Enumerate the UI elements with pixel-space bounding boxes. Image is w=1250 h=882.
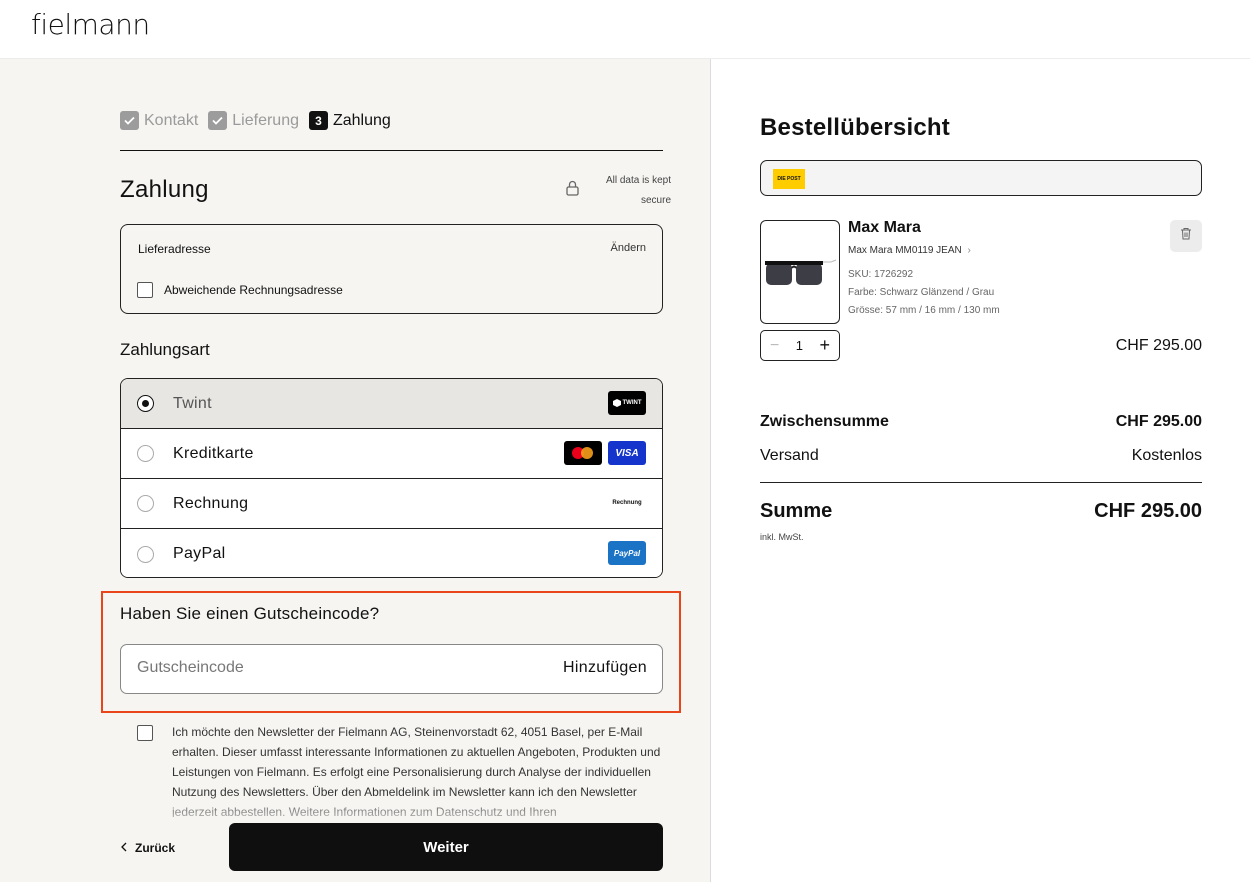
step-label: Lieferung xyxy=(232,111,299,129)
payment-option-label: Twint xyxy=(173,394,212,412)
delivery-address-label: Lieferadresse xyxy=(138,242,211,256)
vat-note: inkl. MwSt. xyxy=(760,532,804,542)
back-label: Zurück xyxy=(135,841,176,855)
steps-divider xyxy=(120,150,663,151)
visa-icon: VISA xyxy=(608,441,646,465)
increase-quantity-button[interactable]: + xyxy=(819,335,830,356)
payment-method-title: Zahlungsart xyxy=(120,340,210,359)
total-row: Summe CHF 295.00 xyxy=(760,500,1202,523)
payment-option-kreditkarte[interactable]: Kreditkarte VISA xyxy=(121,429,662,479)
shipping-carrier-bar: DIE POST xyxy=(760,160,1202,196)
post-logo: DIE POST xyxy=(773,169,805,189)
lock-icon xyxy=(566,180,579,201)
total-label: Summe xyxy=(760,500,833,522)
voucher-field: Hinzufügen xyxy=(120,644,663,694)
product-price: CHF 295.00 xyxy=(1115,337,1202,354)
step-label: Zahlung xyxy=(332,111,391,129)
chevron-right-icon: › xyxy=(967,245,971,256)
secure-notice: All data is kept secure xyxy=(566,171,671,211)
step-number: 3 xyxy=(308,111,328,130)
total-value: CHF 295.00 xyxy=(1094,500,1202,522)
add-voucher-button[interactable]: Hinzufügen xyxy=(563,659,647,677)
fielmann-logo[interactable]: fielmann xyxy=(31,8,150,41)
product-size: Grösse: 57 mm / 16 mm / 130 mm xyxy=(848,305,1000,316)
step-label: Kontakt xyxy=(144,111,199,129)
page-title: Zahlung xyxy=(120,176,209,203)
radio-button[interactable] xyxy=(137,545,154,563)
newsletter-checkbox[interactable] xyxy=(137,725,153,741)
checkout-panel: Kontakt Lieferung 3 Zahlung Zahlung All … xyxy=(0,59,711,882)
step-zahlung: 3 Zahlung xyxy=(308,111,391,130)
product-color: Farbe: Schwarz Glänzend / Grau xyxy=(848,287,995,298)
trash-icon xyxy=(1180,227,1192,245)
quantity-stepper: − 1 + xyxy=(760,330,840,361)
summary-divider xyxy=(760,482,1202,483)
billing-address-option[interactable]: Abweichende Rechnungsadresse xyxy=(137,282,343,298)
product-details: SKU: 1726292 Farbe: Schwarz Glänzend / G… xyxy=(848,266,1000,320)
subtotal-label: Zwischensumme xyxy=(760,413,889,430)
back-button[interactable]: Zurück xyxy=(121,841,175,855)
order-summary-panel: Bestellübersicht DIE POST Max Mara Max M… xyxy=(712,59,1250,882)
billing-address-checkbox[interactable] xyxy=(137,282,153,298)
twint-icon: TWINT xyxy=(608,391,646,415)
check-icon xyxy=(120,111,139,130)
product-brand: Max Mara xyxy=(848,219,921,236)
delivery-address-box: Lieferadresse Ändern Abweichende Rechnun… xyxy=(120,224,663,314)
checkout-steps: Kontakt Lieferung 3 Zahlung xyxy=(120,111,391,130)
order-summary-title: Bestellübersicht xyxy=(760,114,950,141)
check-icon xyxy=(208,111,228,130)
product-name-link[interactable]: Max Mara MM0119 JEAN › xyxy=(848,245,971,256)
quantity-value: 1 xyxy=(795,338,804,353)
product-sku: SKU: 1726292 xyxy=(848,269,914,280)
mastercard-icon xyxy=(564,441,602,465)
radio-button[interactable] xyxy=(137,495,154,512)
payment-option-paypal[interactable]: PayPal PayPal xyxy=(121,529,662,577)
secure-text-line1: All data is kept xyxy=(605,175,671,186)
payment-method-list: Twint TWINT Kreditkarte VISA Rechnung Re… xyxy=(120,378,663,578)
paypal-icon: PayPal xyxy=(608,541,646,565)
twint-badge-text: TWINT xyxy=(622,400,642,406)
payment-option-twint[interactable]: Twint TWINT xyxy=(121,379,662,429)
invoice-icon: Rechnung xyxy=(608,491,646,515)
product-image[interactable] xyxy=(760,220,840,324)
decrease-quantity-button[interactable]: − xyxy=(770,337,779,355)
radio-button[interactable] xyxy=(137,445,154,462)
change-address-link[interactable]: Ändern xyxy=(611,242,646,254)
voucher-code-input[interactable] xyxy=(137,659,517,677)
payment-option-label: Rechnung xyxy=(173,494,249,512)
subtotal-value: CHF 295.00 xyxy=(1115,413,1202,430)
shipping-label: Versand xyxy=(760,447,819,464)
shipping-value: Kostenlos xyxy=(1131,447,1202,464)
chevron-left-icon xyxy=(121,841,127,855)
next-button[interactable]: Weiter xyxy=(229,823,663,871)
subtotal-row: Zwischensumme CHF 295.00 xyxy=(760,413,1202,431)
billing-address-label: Abweichende Rechnungsadresse xyxy=(164,283,343,297)
step-kontakt[interactable]: Kontakt xyxy=(120,111,198,130)
payment-option-rechnung[interactable]: Rechnung Rechnung xyxy=(121,479,662,529)
payment-option-label: Kreditkarte xyxy=(173,444,254,462)
voucher-title: Haben Sie einen Gutscheincode? xyxy=(120,604,380,623)
product-name: Max Mara MM0119 JEAN xyxy=(848,245,962,256)
shipping-row: Versand Kostenlos xyxy=(760,447,1202,465)
delete-item-button[interactable] xyxy=(1170,220,1202,252)
payment-option-label: PayPal xyxy=(173,545,226,562)
radio-button[interactable] xyxy=(137,395,154,412)
secure-text-line2: secure xyxy=(640,195,671,206)
header: fielmann xyxy=(0,0,1250,59)
step-lieferung[interactable]: Lieferung xyxy=(208,111,299,130)
